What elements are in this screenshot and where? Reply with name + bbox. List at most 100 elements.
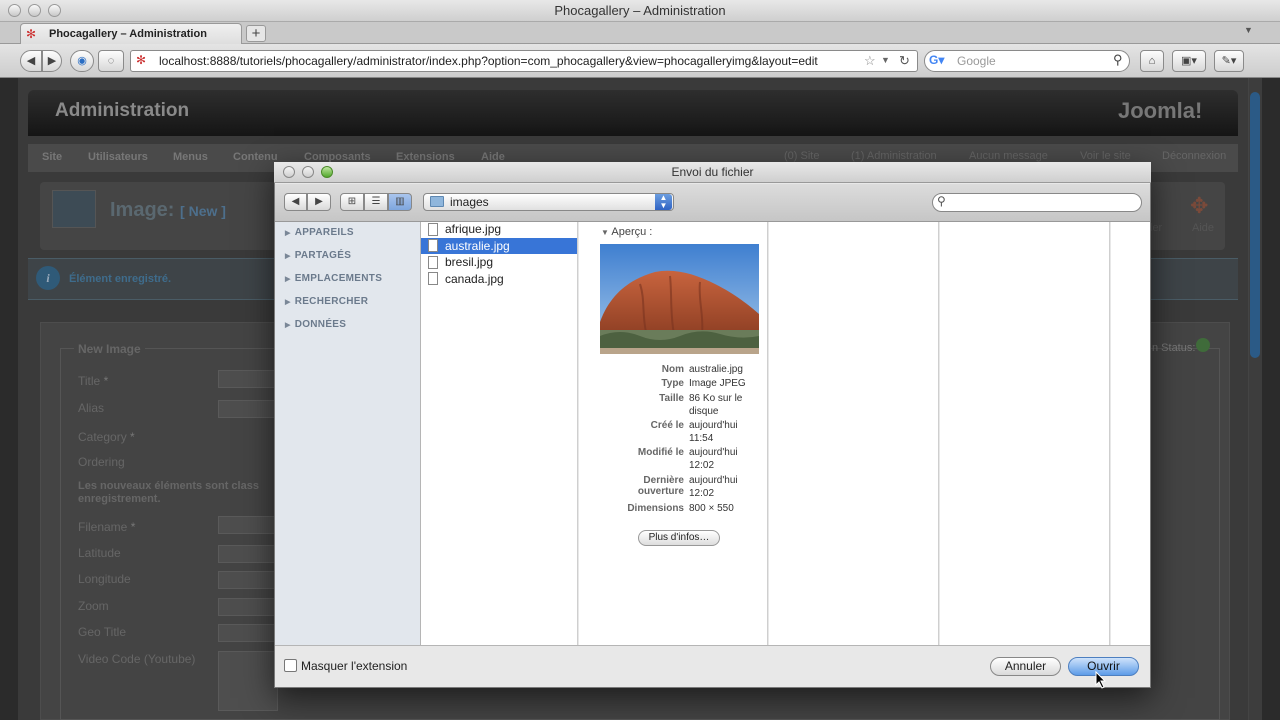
search-icon[interactable]: ⚲ — [1113, 52, 1123, 68]
help-toolbar-button[interactable]: Aide — [1192, 222, 1214, 234]
minimize-window-button[interactable] — [28, 4, 41, 17]
dialog-zoom-button[interactable] — [321, 166, 333, 178]
label-video-code: Video Code (Youtube) — [78, 652, 196, 666]
disclosure-down-icon: ▼ — [601, 228, 609, 237]
info-modified-value: aujourd'hui 12:02 — [689, 447, 738, 471]
menu-content[interactable]: Contenu — [233, 151, 278, 163]
dialog-minimize-button[interactable] — [302, 166, 314, 178]
empty-column — [1111, 222, 1150, 645]
message-text: Élément enregistré. — [69, 273, 172, 285]
list-view-icon: ☰ — [371, 196, 381, 207]
cancel-button[interactable]: Annuler — [990, 657, 1061, 676]
file-item[interactable]: canada.jpg — [421, 271, 577, 287]
bookmark-menu-button[interactable]: ◌ — [98, 50, 124, 72]
new-tab-button[interactable]: + — [246, 25, 266, 42]
close-window-button[interactable] — [8, 4, 21, 17]
alias-input[interactable] — [218, 400, 278, 418]
window-titlebar: Phocagallery – Administration — [0, 0, 1280, 22]
menu-users[interactable]: Utilisateurs — [88, 151, 148, 163]
sidebar-item-search[interactable]: ▶ RECHERCHER — [285, 296, 368, 307]
image-icon — [52, 190, 96, 228]
hide-extension-checkbox[interactable] — [284, 659, 297, 672]
scrollbar-thumb[interactable] — [1250, 92, 1260, 358]
menu-site[interactable]: Site — [42, 151, 62, 163]
more-info-button[interactable]: Plus d'infos… — [638, 530, 720, 546]
label-ordering: Ordering — [78, 455, 125, 469]
reload-icon[interactable]: ↻ — [899, 53, 910, 69]
browser-tab[interactable]: Phocagallery – Administration — [20, 23, 242, 44]
status-site[interactable]: (0) Site — [784, 150, 819, 162]
url-bar[interactable]: localhost:8888/tutoriels/phocagallery/ad… — [130, 50, 918, 72]
ordering-note-line2: enregistrement. — [78, 493, 161, 505]
jpeg-file-icon — [428, 272, 438, 285]
menu-menus[interactable]: Menus — [173, 151, 208, 163]
status-messages[interactable]: Aucun message — [969, 150, 1048, 162]
list-view-button[interactable]: ☰ — [364, 193, 388, 211]
file-item-selected[interactable]: australie.jpg — [421, 238, 577, 254]
sidebar-item-places[interactable]: ▶ EMPLACEMENTS — [285, 273, 382, 284]
geo-title-input[interactable] — [218, 624, 278, 642]
disclosure-triangle-icon: ▶ — [285, 299, 291, 306]
tools-button[interactable]: ✎▾ — [1214, 50, 1244, 72]
zoom-window-button[interactable] — [48, 4, 61, 17]
cancel-toolbar-button[interactable]: ler — [1150, 222, 1162, 234]
dialog-search-field[interactable] — [932, 193, 1142, 212]
info-created-value: aujourd'hui 11:54 — [689, 420, 738, 444]
admin-header — [28, 90, 1238, 136]
file-item[interactable]: bresil.jpg — [421, 254, 577, 270]
title-input[interactable] — [218, 370, 278, 388]
web-search-input[interactable]: Google — [924, 50, 1130, 72]
home-sync-button[interactable]: ◉ — [70, 50, 94, 72]
column-view-button[interactable]: ▥ — [388, 193, 412, 211]
dialog-forward-button[interactable]: ▶ — [307, 193, 331, 211]
dialog-close-button[interactable] — [283, 166, 295, 178]
ordering-note-line1: Les nouveaux éléments sont class — [78, 480, 259, 492]
google-engine-icon[interactable]: G▾ — [929, 53, 944, 67]
help-icon[interactable]: ✥ — [1190, 193, 1208, 219]
page-icon: ◌ — [107, 55, 115, 67]
sidebar-item-data[interactable]: ▶ DONNÉES — [285, 319, 346, 330]
page-subtitle: [ New ] — [180, 203, 226, 219]
info-size-label: Taille — [659, 393, 684, 404]
logout-link[interactable]: Déconnexion — [1162, 150, 1226, 162]
empty-column — [769, 222, 939, 645]
info-modified-label: Modifié le — [637, 447, 684, 458]
video-code-textarea[interactable] — [218, 651, 278, 711]
folder-name: images — [450, 195, 489, 209]
info-dimensions-value: 800 × 550 — [689, 503, 734, 514]
info-name-value: australie.jpg — [689, 364, 743, 375]
folder-popup[interactable]: images — [423, 193, 674, 211]
info-type-value: Image JPEG — [689, 378, 746, 389]
home-button[interactable]: ⌂ — [1140, 50, 1164, 72]
sidebar-item-shared[interactable]: ▶ PARTAGÉS — [285, 250, 351, 261]
star-bookmark-icon[interactable]: ☆ — [864, 53, 876, 69]
status-admin[interactable]: (1) Administration — [851, 150, 937, 162]
url-history-dropdown-icon[interactable]: ▼ — [881, 55, 890, 65]
file-item[interactable]: afrique.jpg — [421, 221, 577, 237]
label-category: Category * — [78, 430, 135, 444]
icon-view-button[interactable]: ⊞ — [340, 193, 364, 211]
filename-input[interactable] — [218, 516, 278, 534]
latitude-input[interactable] — [218, 545, 278, 563]
status-check-icon[interactable] — [1196, 338, 1210, 352]
list-all-tabs-icon[interactable]: ▼ — [1244, 25, 1253, 35]
window-title: Phocagallery – Administration — [554, 3, 726, 18]
joomla-favicon-icon: ✻ — [26, 27, 37, 41]
zoom-input[interactable] — [218, 598, 278, 616]
back-button[interactable]: ◀ — [20, 50, 42, 72]
bookmarks-button[interactable]: ▣▾ — [1172, 50, 1206, 72]
info-created-label: Créé le — [650, 420, 684, 431]
search-placeholder: Google — [957, 54, 996, 68]
view-site-link[interactable]: Voir le site — [1080, 150, 1131, 162]
longitude-input[interactable] — [218, 571, 278, 589]
label-longitude: Longitude — [78, 572, 131, 586]
sidebar-item-devices[interactable]: ▶ APPAREILS — [285, 227, 354, 238]
info-icon: i — [36, 266, 60, 290]
label-filename: Filename * — [78, 520, 136, 534]
disclosure-triangle-icon: ▶ — [285, 322, 291, 329]
site-favicon-icon: ✻ — [136, 53, 147, 67]
dialog-back-button[interactable]: ◀ — [284, 193, 307, 211]
preview-header[interactable]: ▼ Aperçu : — [601, 226, 652, 238]
admin-title: Administration — [55, 100, 190, 121]
column-view-icon: ▥ — [395, 196, 405, 207]
